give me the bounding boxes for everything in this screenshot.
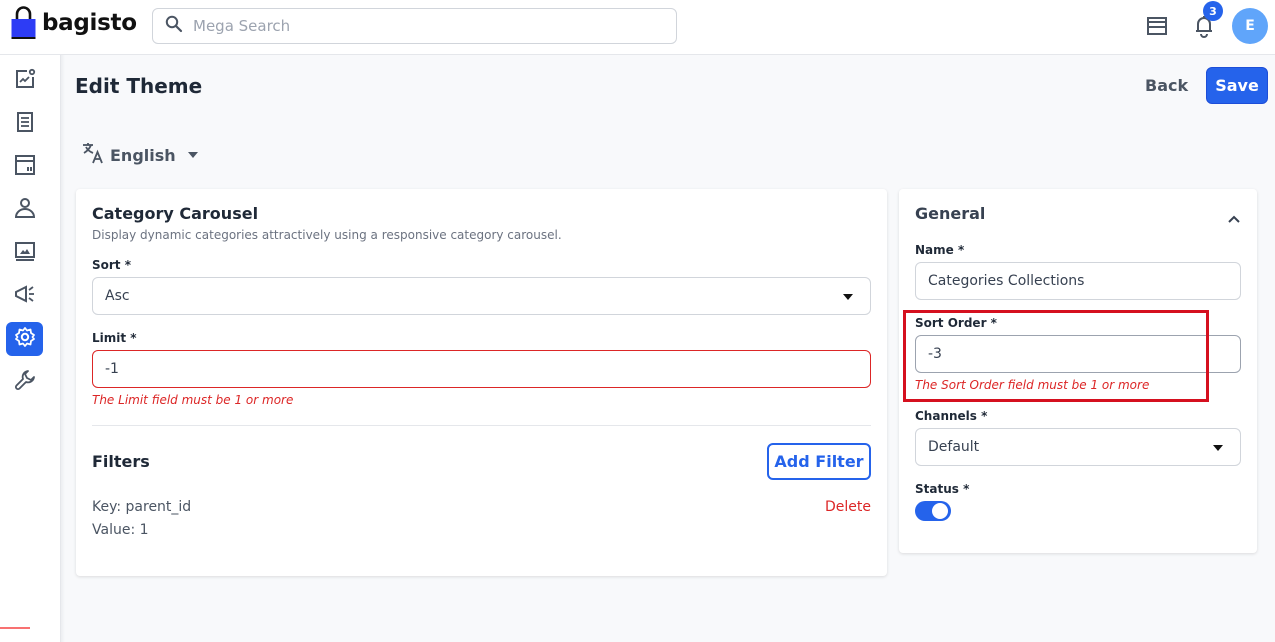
- mega-search[interactable]: [152, 8, 677, 44]
- caret-down-icon: [843, 294, 853, 300]
- layout-icon: [14, 154, 36, 180]
- chevron-up-icon[interactable]: [1227, 209, 1241, 228]
- user-avatar[interactable]: E: [1232, 8, 1268, 44]
- general-title: General: [915, 204, 986, 223]
- sort-select[interactable]: Asc: [92, 277, 871, 315]
- channels-select[interactable]: Default: [915, 428, 1241, 466]
- brand-logo[interactable]: bagisto: [11, 6, 137, 40]
- filters-title: Filters: [92, 452, 150, 471]
- filter-value: Value: 1: [92, 522, 149, 538]
- chart-icon: [14, 68, 36, 94]
- sidebar-item-dashboard[interactable]: [6, 64, 43, 98]
- search-icon: [165, 15, 183, 37]
- page-title: Edit Theme: [75, 74, 203, 98]
- wrench-icon: [14, 369, 36, 395]
- megaphone-icon: [14, 283, 36, 309]
- sidebar-item-settings[interactable]: [6, 322, 43, 356]
- carousel-description: Display dynamic categories attractively …: [92, 228, 562, 242]
- caret-down-icon: [1213, 445, 1223, 451]
- user-icon: [14, 197, 36, 223]
- toggle-knob: [932, 503, 948, 519]
- channels-value: Default: [928, 439, 980, 455]
- name-input[interactable]: [928, 273, 1240, 289]
- sort-order-error: The Sort Order field must be 1 or more: [915, 378, 1150, 392]
- delete-filter-link[interactable]: Delete: [825, 499, 871, 515]
- brand-name: bagisto: [42, 10, 137, 36]
- sort-label: Sort *: [92, 258, 131, 272]
- add-filter-button[interactable]: Add Filter: [767, 443, 871, 480]
- sidebar-item-marketing[interactable]: [6, 279, 43, 313]
- sort-order-label: Sort Order *: [915, 316, 997, 330]
- sidebar-footer-edge: [0, 627, 30, 642]
- name-label: Name *: [915, 243, 965, 257]
- limit-field[interactable]: [92, 350, 871, 388]
- sort-order-field[interactable]: [915, 335, 1241, 373]
- section-divider: [92, 425, 871, 426]
- sidebar-item-sales[interactable]: [6, 107, 43, 141]
- locale-label: English: [110, 145, 176, 165]
- bag-logo-icon: [11, 6, 36, 40]
- sidebar: [0, 55, 61, 642]
- gear-icon: [14, 326, 36, 352]
- list-icon: [14, 111, 36, 137]
- sort-order-input[interactable]: [928, 346, 1240, 362]
- locale-switcher[interactable]: English: [82, 142, 198, 168]
- search-input[interactable]: [193, 17, 653, 35]
- translate-icon: [82, 142, 104, 168]
- top-bar: bagisto 3 E: [0, 0, 1275, 55]
- back-button[interactable]: Back: [1135, 72, 1198, 99]
- category-carousel-card: Category Carousel Display dynamic catego…: [76, 189, 887, 576]
- storefront-icon[interactable]: [1146, 16, 1168, 36]
- general-card: General Name * Sort Order * The Sort Ord…: [899, 189, 1257, 553]
- status-label: Status *: [915, 482, 970, 496]
- save-button[interactable]: Save: [1206, 67, 1268, 104]
- carousel-title: Category Carousel: [92, 204, 259, 223]
- filter-key: Key: parent_id: [92, 499, 192, 515]
- caret-down-icon: [187, 152, 198, 158]
- limit-input[interactable]: [105, 361, 870, 377]
- sidebar-item-configure[interactable]: [6, 365, 43, 399]
- sidebar-item-catalog[interactable]: [6, 150, 43, 184]
- limit-label: Limit *: [92, 331, 137, 345]
- content-shadow: [61, 55, 65, 642]
- limit-error: The Limit field must be 1 or more: [92, 393, 294, 407]
- sidebar-item-cms[interactable]: [6, 236, 43, 270]
- notification-badge: 3: [1203, 1, 1223, 21]
- monitor-icon: [14, 240, 36, 266]
- sidebar-item-customers[interactable]: [6, 193, 43, 227]
- status-toggle[interactable]: [915, 501, 951, 521]
- sort-value: Asc: [105, 288, 130, 304]
- name-field[interactable]: [915, 262, 1241, 300]
- channels-label: Channels *: [915, 409, 988, 423]
